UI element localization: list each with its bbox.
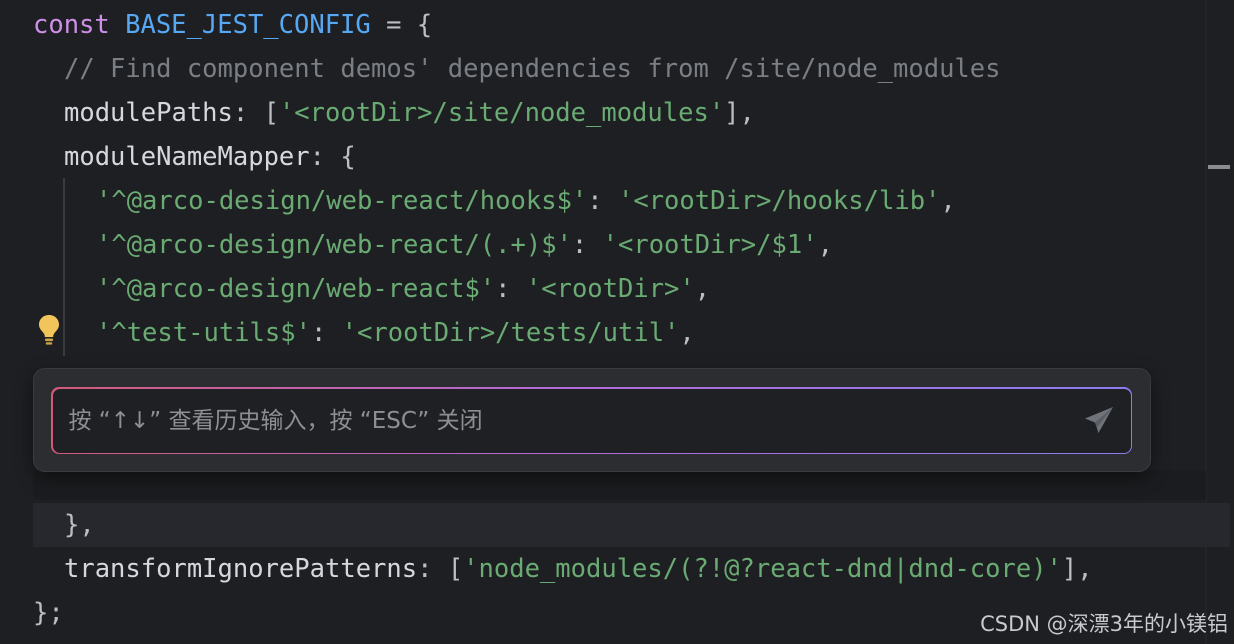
string-token: '<rootDir>/hooks/lib' [618,186,941,216]
watermark: CSDN @深漂3年的小镁铝 [980,612,1228,636]
inline-prompt-spacer [33,470,1206,500]
punctuation-token: : [495,274,526,304]
punctuation-token: : { [309,142,356,172]
punctuation-token: }, [64,510,95,540]
string-token: 'node_modules/(?!@?react-dnd|dnd-core)' [463,554,1062,584]
punctuation-token: , [679,318,695,348]
punctuation-token: ], [1061,554,1093,584]
code-line[interactable]: // Find component demos' dependencies fr… [33,47,1001,91]
current-line-highlight [33,503,1230,547]
keyword-token: const [33,10,110,40]
punctuation-token: : [571,230,603,260]
string-token: '<rootDir>' [525,274,695,304]
string-token: '<rootDir>/$1' [602,230,818,260]
string-token: '^@arco-design/web-react/(.+)$' [96,230,572,260]
property-token: modulePaths [64,98,233,128]
punctuation-token: = { [370,10,433,40]
code-line[interactable]: '^@arco-design/web-react/(.+)$': '<rootD… [33,223,833,267]
code-editor[interactable]: const BASE_JEST_CONFIG = { // Find compo… [0,0,1234,644]
punctuation-token: : [310,318,342,348]
code-line[interactable]: '^test-utils$': '<rootDir>/tests/util', [33,311,695,355]
editor-right-edge [1205,0,1207,644]
string-token: '<rootDir>/tests/util' [341,318,680,348]
code-line[interactable]: }; [33,591,64,635]
code-line[interactable]: modulePaths: ['<rootDir>/site/node_modul… [33,91,755,135]
constant-token: BASE_JEST_CONFIG [125,10,371,40]
code-line[interactable]: }, [33,503,95,547]
punctuation-token: ], [724,98,755,128]
ai-prompt-input-frame [51,387,1132,454]
property-token: moduleNameMapper [64,142,310,172]
property-token: transformIgnorePatterns [64,554,418,584]
punctuation-token: : [ [417,554,464,584]
string-token: '^test-utils$' [96,318,311,348]
ai-inline-prompt-popup [33,368,1151,472]
ai-prompt-input-container [52,388,1131,453]
code-line[interactable]: '^@arco-design/web-react/hooks$': '<root… [33,179,956,223]
punctuation-token: : [ [232,98,279,128]
send-icon [1084,406,1113,433]
ai-prompt-input[interactable] [68,388,1049,453]
code-line[interactable]: '^@arco-design/web-react$': '<rootDir>', [33,267,710,311]
string-token: '^@arco-design/web-react$' [96,274,496,304]
punctuation-token: , [940,186,956,216]
punctuation-token: : [587,186,618,216]
code-line[interactable]: transformIgnorePatterns: ['node_modules/… [33,547,1093,591]
code-line[interactable]: moduleNameMapper: { [33,135,356,179]
punctuation-token: }; [33,598,64,628]
send-button[interactable] [1081,403,1117,439]
punctuation-token: , [817,230,833,260]
code-line[interactable]: const BASE_JEST_CONFIG = { [33,3,432,47]
lightbulb-icon[interactable] [36,312,62,348]
punctuation-token: , [694,274,711,304]
scrollbar-marker[interactable] [1208,165,1230,169]
string-token: '^@arco-design/web-react/hooks$' [96,186,588,216]
comment-token: // Find component demos' dependencies fr… [64,54,1001,84]
string-token: '<rootDir>/site/node_modules' [278,98,725,128]
